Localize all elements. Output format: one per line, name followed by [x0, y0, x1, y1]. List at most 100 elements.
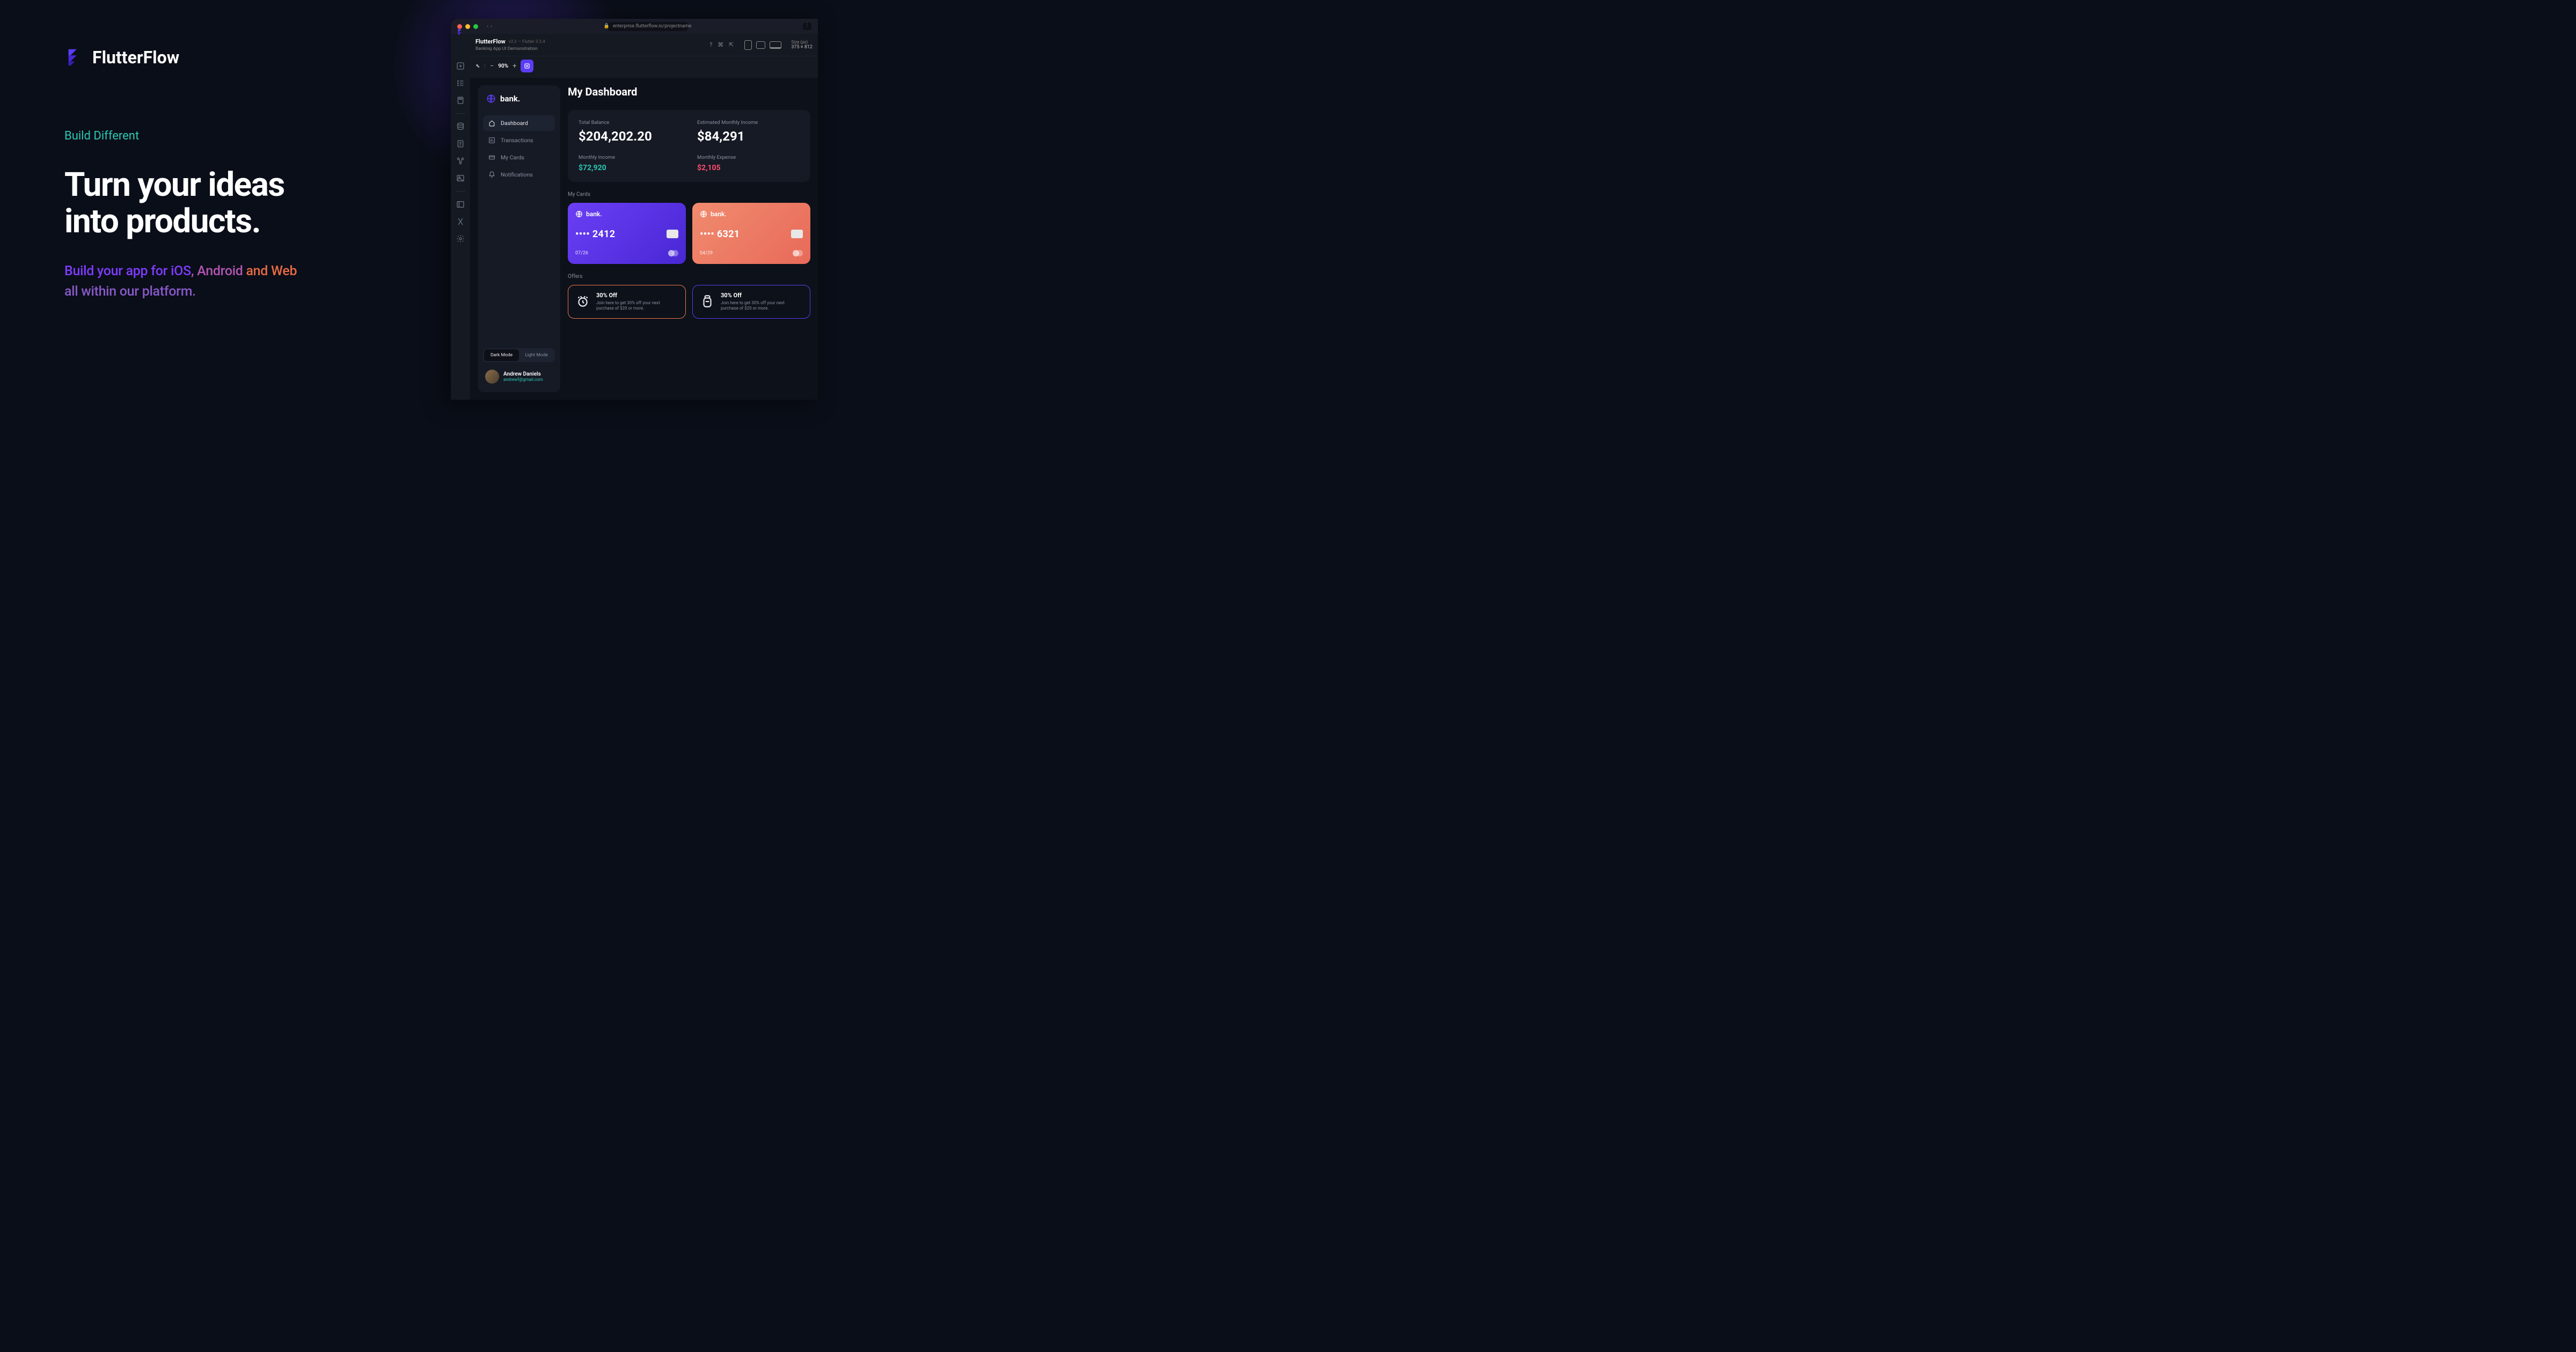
sidebar-item-label: Notifications — [501, 171, 533, 178]
canvas-size: Size (px) 375 × 812 — [791, 40, 813, 50]
light-mode-button[interactable]: Light Mode — [519, 349, 554, 361]
headline-line-1: Turn your ideas — [64, 167, 297, 203]
lock-icon: 🔒 — [604, 24, 610, 29]
editor-window: ‹ › 🔒 enterprise.flutterflow.io/projectn… — [451, 19, 818, 400]
home-icon — [488, 120, 495, 127]
browser-menu-icon[interactable]: ⋮ — [803, 23, 811, 30]
sidebar-item-label: Dashboard — [501, 120, 528, 127]
bank-logo-icon — [575, 210, 583, 218]
zoom-out-button[interactable]: − — [490, 62, 494, 70]
tools-icon[interactable] — [456, 217, 465, 226]
card-brand: bank. — [711, 210, 727, 218]
subtitle-sep1: , — [191, 263, 197, 279]
add-widget-icon[interactable] — [456, 62, 465, 70]
stat-label-income: Monthly Income — [579, 155, 681, 160]
app-version: v3.2 — Flutter 3.3.4 — [509, 39, 545, 44]
sidebar-item-label: My Cards — [501, 154, 524, 161]
nav-arrows: ‹ › — [487, 24, 492, 30]
avatar — [485, 370, 499, 384]
mobile-icon[interactable] — [744, 40, 752, 50]
app-name: bank. — [500, 94, 520, 104]
card-chip-icon — [667, 230, 678, 238]
sidebar-item-transactions[interactable]: Transactions — [483, 133, 555, 148]
stat-label-expense: Monthly Expense — [697, 155, 800, 160]
page-title: My Dashboard — [568, 85, 810, 98]
card-number: •••• 6321 — [700, 229, 740, 240]
subtitle-android: Android — [197, 263, 243, 279]
sidebar-item-cards[interactable]: My Cards — [483, 150, 555, 165]
offers-row: 30% Off Join here to get 30% off your ne… — [568, 285, 810, 319]
stats-card: Total Balance $204,202.20 Estimated Mont… — [568, 110, 810, 182]
credit-card[interactable]: bank. •••• 2412 07/26 — [568, 203, 686, 264]
brand-logo: FlutterFlow — [64, 47, 297, 68]
canvas-toolbar: ⬉ | − 90% + — [451, 56, 818, 78]
card-brand: bank. — [586, 210, 602, 218]
subtitle-line-2: all within our platform. — [64, 284, 196, 299]
stat-value-estimated: $84,291 — [697, 129, 800, 144]
stat-value-income: $72,920 — [579, 164, 681, 172]
cursor-tool-icon[interactable]: ⬉ — [475, 63, 480, 69]
stat-value-total: $204,202.20 — [579, 129, 681, 144]
offer-title: 30% Off — [596, 292, 678, 299]
help-icon[interactable]: ? — [709, 41, 712, 48]
back-icon[interactable]: ‹ — [487, 24, 488, 30]
url-bar[interactable]: 🔒 enterprise.flutterflow.io/projectname — [608, 22, 688, 31]
image-icon[interactable] — [456, 174, 465, 182]
bank-logo-icon — [700, 210, 707, 218]
subtitle: Build your app for iOS, Android and Web … — [64, 261, 297, 302]
tablet-icon[interactable] — [756, 41, 765, 49]
database-icon[interactable] — [456, 122, 465, 131]
mastercard-icon — [793, 250, 803, 256]
action-button[interactable] — [521, 60, 533, 72]
card-chip-icon — [791, 230, 803, 238]
zoom-control: − 90% + — [490, 62, 517, 70]
custom-code-icon[interactable] — [456, 200, 465, 209]
command-icon[interactable]: ⌘ — [718, 41, 723, 48]
external-link-icon[interactable]: ⇱ — [729, 41, 734, 48]
settings-icon[interactable] — [456, 234, 465, 243]
bank-logo-icon — [486, 94, 496, 104]
offer-description: Join here to get 30% off your next purch… — [721, 300, 802, 312]
headline: Turn your ideas into products. — [64, 167, 297, 240]
backpack-icon — [700, 295, 714, 308]
sidebar-item-notifications[interactable]: Notifications — [483, 167, 555, 182]
minimize-icon[interactable] — [465, 24, 470, 29]
credit-card[interactable]: bank. •••• 6321 04/29 — [692, 203, 810, 264]
flutterflow-rail-logo-icon — [456, 28, 465, 38]
app-title: FlutterFlow — [475, 38, 506, 45]
hero-section: FlutterFlow Build Different Turn your id… — [64, 47, 297, 302]
zoom-value: 90% — [498, 63, 508, 69]
offers-section-label: Offers — [568, 274, 810, 280]
flutterflow-logo-icon — [64, 47, 85, 68]
document-icon[interactable] — [456, 139, 465, 148]
offer-card[interactable]: 30% Off Join here to get 30% off your ne… — [568, 285, 686, 319]
app-sidebar: bank. Dashboard Transactions My Cards No… — [478, 85, 560, 392]
subtitle-web: Web — [271, 263, 297, 279]
dark-mode-button[interactable]: Dark Mode — [484, 349, 519, 361]
tool-rail — [451, 50, 470, 400]
desktop-icon[interactable] — [770, 41, 781, 49]
zoom-in-button[interactable]: + — [513, 62, 516, 70]
user-profile[interactable]: Andrew Daniels andrewf@gmail.com — [483, 370, 555, 384]
browser-bar: ‹ › 🔒 enterprise.flutterflow.io/projectn… — [451, 19, 818, 34]
tagline: Build Different — [64, 129, 297, 143]
bell-icon — [488, 171, 495, 178]
app-header: FlutterFlow v3.2 — Flutter 3.3.4 Banking… — [451, 34, 818, 56]
maximize-icon[interactable] — [473, 24, 478, 29]
card-number: •••• 2412 — [575, 229, 615, 240]
offer-title: 30% Off — [721, 292, 802, 299]
sidebar-item-dashboard[interactable]: Dashboard — [483, 115, 555, 131]
page-icon[interactable] — [456, 96, 465, 105]
subtitle-ios: iOS — [171, 263, 191, 279]
offer-description: Join here to get 30% off your next purch… — [596, 300, 678, 312]
list-icon[interactable] — [456, 79, 465, 87]
chart-icon — [488, 137, 495, 144]
size-label: Size (px) — [791, 40, 813, 45]
api-icon[interactable] — [456, 157, 465, 165]
theme-toggle: Dark Mode Light Mode — [483, 348, 555, 362]
brand-name: FlutterFlow — [92, 47, 179, 68]
forward-icon[interactable]: › — [491, 24, 492, 30]
card-expiry: 04/29 — [700, 251, 713, 256]
dashboard-main: My Dashboard Total Balance $204,202.20 E… — [568, 85, 810, 392]
offer-card[interactable]: 30% Off Join here to get 30% off your ne… — [692, 285, 810, 319]
